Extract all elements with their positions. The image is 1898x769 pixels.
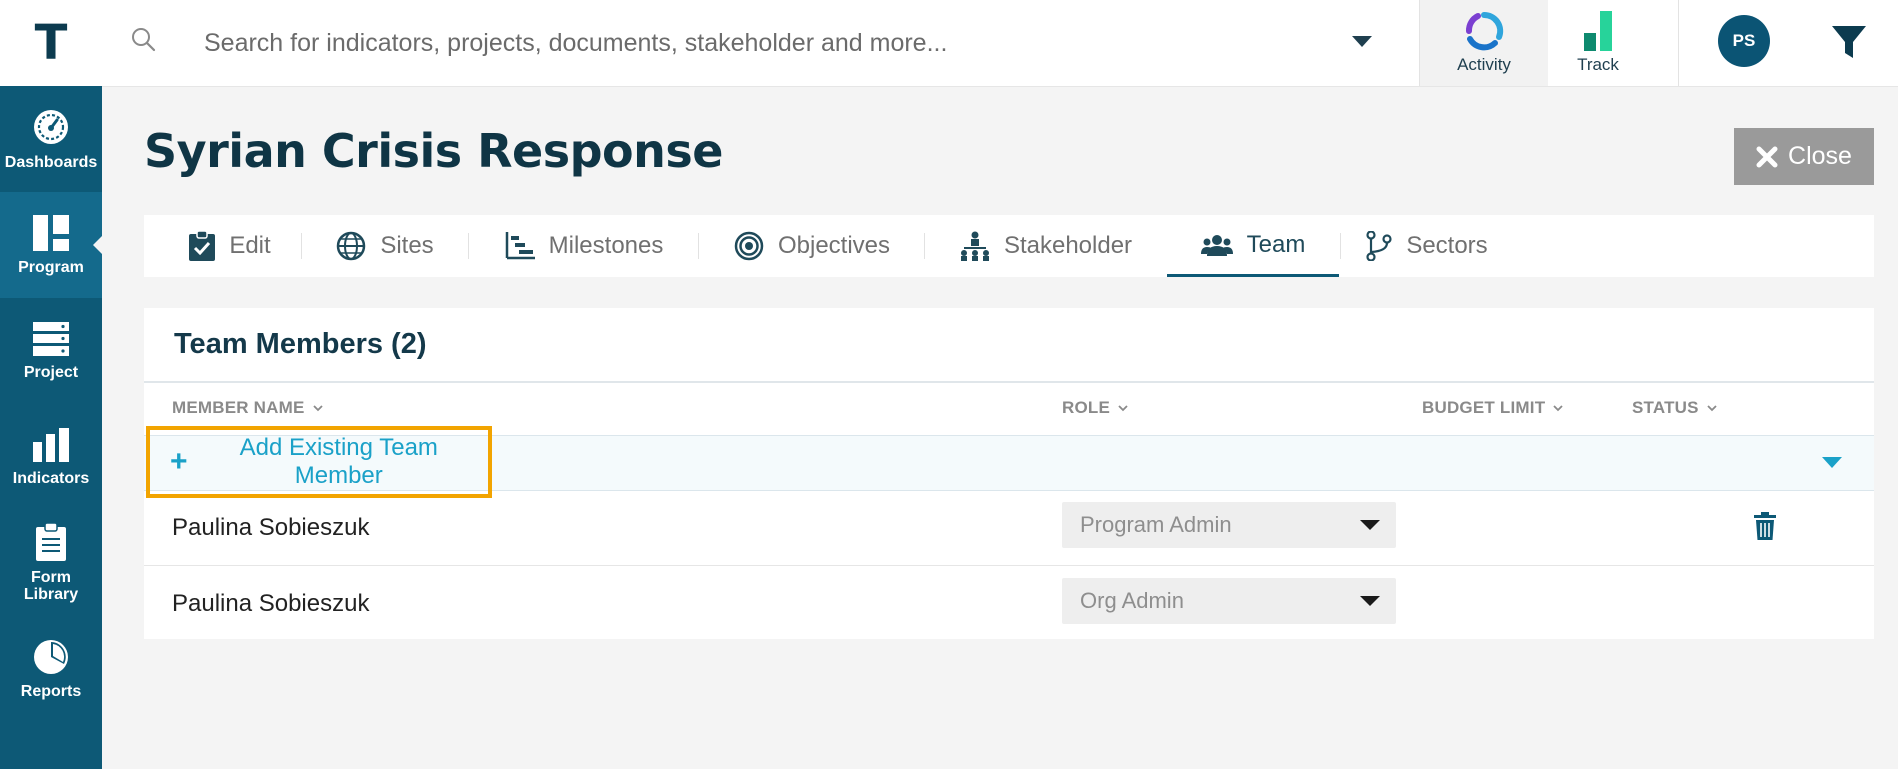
tab-label: Edit xyxy=(229,232,271,259)
filter-icon[interactable] xyxy=(1832,26,1866,58)
add-member-row: + Add Existing Team Member xyxy=(144,426,1874,498)
column-header-status[interactable]: STATUS xyxy=(1632,398,1717,418)
activity-button[interactable]: Activity xyxy=(1420,0,1548,86)
clipboard-icon xyxy=(36,523,66,561)
top-bar: T Activity Track PS xyxy=(0,0,1898,87)
branch-icon xyxy=(1366,231,1392,261)
column-label: STATUS xyxy=(1632,398,1699,417)
column-header-role[interactable]: ROLE xyxy=(1062,398,1128,418)
tab-sites[interactable]: Sites xyxy=(302,215,468,277)
role-select[interactable]: Org Admin xyxy=(1062,578,1396,624)
role-value: Program Admin xyxy=(1080,512,1232,537)
server-icon xyxy=(33,321,69,356)
chevron-down-icon[interactable] xyxy=(1822,457,1842,469)
sidebar-item-dashboards[interactable]: Dashboards xyxy=(0,86,102,192)
track-button[interactable]: Track xyxy=(1548,0,1648,86)
chevron-down-icon xyxy=(312,404,323,411)
page-title: Syrian Crisis Response xyxy=(144,124,723,178)
table-row: Paulina Sobieszuk Org Admin xyxy=(144,566,1874,641)
plus-icon: + xyxy=(170,445,188,478)
tab-team[interactable]: Team xyxy=(1167,215,1339,277)
active-indicator xyxy=(93,236,102,254)
add-member-label: Add Existing Team Member xyxy=(239,434,438,489)
close-button[interactable]: Close xyxy=(1734,128,1874,185)
activity-icon xyxy=(1466,11,1504,51)
sidebar-item-label: Dashboards xyxy=(4,153,98,171)
tab-label: Sectors xyxy=(1406,232,1488,259)
panel-title: Team Members (2) xyxy=(174,328,427,360)
chevron-down-icon[interactable] xyxy=(1352,36,1372,48)
column-label: BUDGET LIMIT xyxy=(1422,398,1546,417)
chevron-down-icon xyxy=(1360,520,1380,530)
gantt-icon xyxy=(505,232,535,260)
hierarchy-icon xyxy=(960,231,989,261)
member-name: Paulina Sobieszuk xyxy=(172,590,370,617)
column-header-budget-limit[interactable]: BUDGET LIMIT xyxy=(1422,398,1563,418)
tab-objectives[interactable]: Objectives xyxy=(699,215,925,277)
sidebar-item-label: Program xyxy=(18,258,84,276)
column-label: MEMBER NAME xyxy=(172,398,305,417)
tab-label: Team xyxy=(1246,230,1306,258)
sidebar-item-program[interactable]: Program xyxy=(0,192,102,298)
clipboard-check-icon xyxy=(189,231,216,261)
member-name: Paulina Sobieszuk xyxy=(172,514,370,541)
tab-label: Milestones xyxy=(548,232,664,259)
sidebar-item-project[interactable]: Project xyxy=(0,298,102,404)
search-input[interactable] xyxy=(190,22,1368,64)
sidebar-item-reports[interactable]: Reports xyxy=(0,616,102,722)
sidebar-item-form-library[interactable]: Form Library xyxy=(0,510,102,616)
sidebar: Dashboards Program Project Indicators Fo… xyxy=(0,86,102,769)
grid-icon xyxy=(33,214,69,251)
app-logo[interactable]: T xyxy=(0,0,102,86)
pie-chart-icon xyxy=(34,639,68,674)
activity-label: Activity xyxy=(1457,55,1511,74)
tab-label: Sites xyxy=(380,232,434,259)
team-members-panel: Team Members (2) MEMBER NAME ROLE BUDGET… xyxy=(144,308,1874,639)
add-existing-team-member-button[interactable]: + Add Existing Team Member xyxy=(146,426,492,498)
sidebar-item-label: Project xyxy=(23,363,79,381)
close-icon xyxy=(1756,146,1778,167)
track-label: Track xyxy=(1577,55,1619,74)
tab-stakeholder[interactable]: Stakeholder xyxy=(925,215,1167,277)
column-label: ROLE xyxy=(1062,398,1111,417)
tab-label: Objectives xyxy=(777,232,891,259)
sidebar-item-label: Indicators xyxy=(12,469,90,487)
globe-icon xyxy=(337,231,366,261)
trash-icon[interactable] xyxy=(1754,512,1776,540)
target-icon xyxy=(734,231,764,261)
search-icon xyxy=(132,28,156,52)
close-label: Close xyxy=(1788,142,1852,170)
track-icon xyxy=(1584,11,1612,51)
bar-chart-icon xyxy=(33,427,69,462)
chevron-down-icon xyxy=(1118,404,1128,411)
chevron-down-icon xyxy=(1553,404,1563,411)
role-select[interactable]: Program Admin xyxy=(1062,502,1396,548)
speedometer-icon xyxy=(34,109,68,144)
table-row: Paulina Sobieszuk Program Admin xyxy=(144,490,1874,566)
divider xyxy=(1678,0,1679,86)
sidebar-item-indicators[interactable]: Indicators xyxy=(0,404,102,510)
chevron-down-icon xyxy=(1360,596,1380,606)
tab-milestones[interactable]: Milestones xyxy=(469,215,699,277)
column-header-member-name[interactable]: MEMBER NAME xyxy=(172,398,323,418)
divider xyxy=(144,381,1874,383)
users-icon xyxy=(1200,234,1233,256)
sidebar-item-label: Form Library xyxy=(23,569,79,603)
avatar[interactable]: PS xyxy=(1718,15,1770,67)
tab-bar: Edit Sites Milestones Objectives Stakeho… xyxy=(144,215,1874,277)
role-value: Org Admin xyxy=(1080,588,1184,613)
sidebar-item-label: Reports xyxy=(20,682,82,700)
tab-label: Stakeholder xyxy=(1003,232,1133,259)
tab-edit[interactable]: Edit xyxy=(160,215,300,277)
tab-sectors[interactable]: Sectors xyxy=(1341,215,1513,277)
chevron-down-icon xyxy=(1707,404,1717,411)
